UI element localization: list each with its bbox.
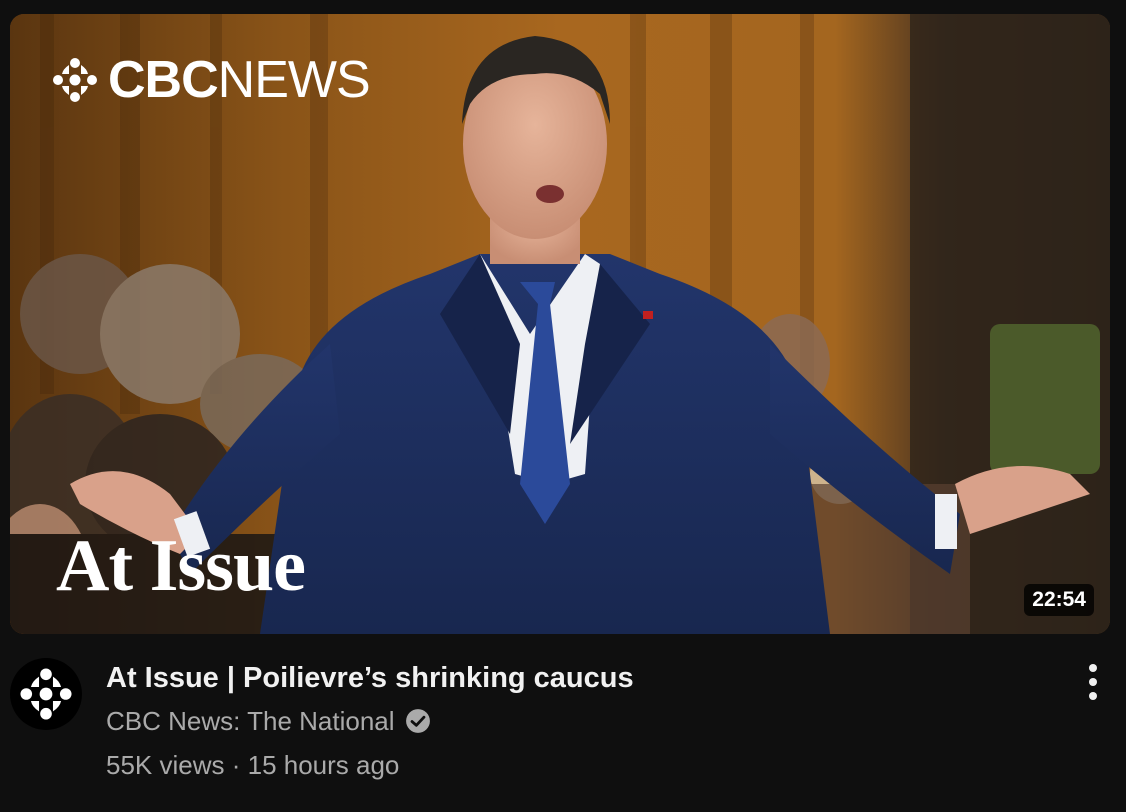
stats-separator: · [224, 750, 248, 780]
upload-age: 15 hours ago [247, 750, 400, 780]
cbc-gem-icon [53, 58, 97, 102]
video-stats: 55K views · 15 hours ago [106, 748, 1046, 782]
channel-name[interactable]: CBC News: The National [106, 704, 395, 738]
video-details: At Issue | Poilievre’s shrinking caucus … [106, 658, 1046, 782]
view-count: 55K views [106, 750, 225, 780]
cbc-news-logo: CBCNEWS [50, 51, 371, 109]
channel-row: CBC News: The National [106, 704, 1046, 738]
cbc-gem-icon [20, 668, 72, 720]
show-title: At Issue [56, 525, 306, 607]
more-vert-icon [1089, 664, 1097, 672]
more-vert-icon-dot [1089, 678, 1097, 686]
verified-check-icon [405, 709, 430, 733]
duration-badge: 22:54 [1024, 584, 1094, 616]
brand-light: NEWS [217, 51, 371, 109]
video-card: CBCNEWS At Issue 22:54 At Issue | Poilie… [0, 0, 1126, 812]
more-actions-button[interactable] [1078, 660, 1108, 704]
video-thumbnail[interactable]: CBCNEWS At Issue 22:54 [10, 14, 1110, 634]
more-vert-icon-dot [1089, 692, 1097, 700]
video-title[interactable]: At Issue | Poilievre’s shrinking caucus [106, 658, 1046, 698]
brand-bold: CBC [108, 51, 219, 109]
cbc-news-wordmark: CBCNEWS [108, 51, 371, 109]
channel-avatar[interactable] [10, 658, 82, 730]
